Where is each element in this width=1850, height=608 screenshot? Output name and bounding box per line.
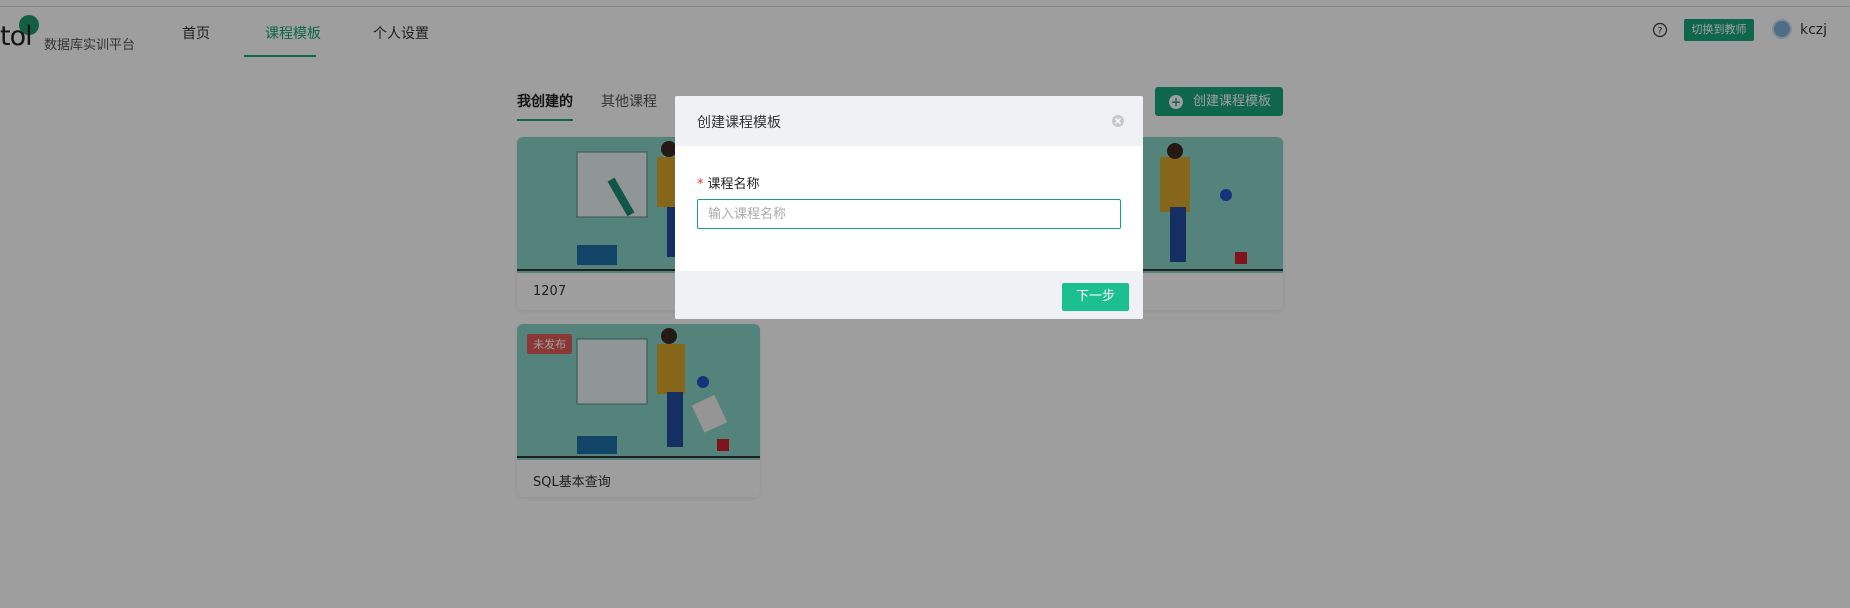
modal-footer: 下一步: [675, 271, 1143, 319]
required-mark: *: [697, 177, 704, 192]
course-name-label: * 课程名称: [697, 173, 760, 192]
course-name-input[interactable]: [697, 199, 1121, 229]
course-name-label-text: 课程名称: [707, 177, 760, 192]
next-step-button[interactable]: 下一步: [1062, 283, 1129, 311]
create-course-modal: 创建课程模板 *课程名称 下一步: [675, 96, 1143, 319]
close-circle-icon[interactable]: [1111, 114, 1125, 128]
modal-header: 创建课程模板: [675, 96, 1143, 146]
modal-title: 创建课程模板: [697, 115, 781, 131]
